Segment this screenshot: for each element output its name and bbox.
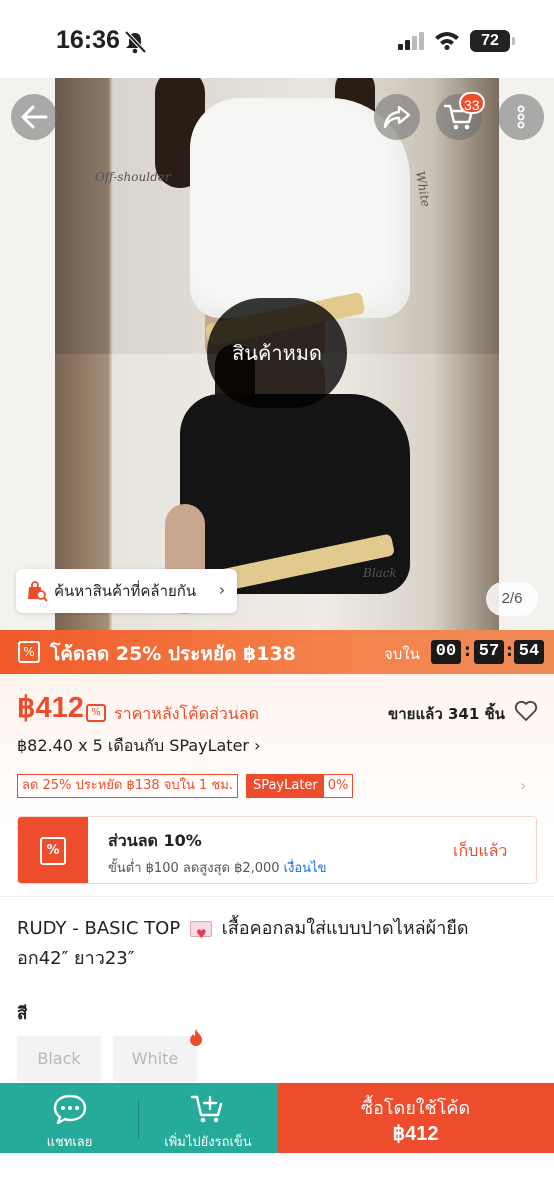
- arrow-left-icon: [21, 105, 48, 129]
- chevron-right-icon[interactable]: ›: [520, 776, 526, 795]
- voucher-ticket-icon: %: [18, 641, 40, 663]
- add-to-cart-button[interactable]: เพิ่มไปยังรถเข็น: [139, 1083, 277, 1153]
- annotation-white: White: [412, 170, 433, 208]
- shopping-bag-search-icon: [28, 581, 48, 602]
- soldout-overlay: สินค้าหมด: [207, 298, 347, 408]
- status-time: 16:36: [56, 26, 120, 54]
- product-title: RUDY - BASIC TOP เสื้อคอกลมใส่แบบปาดไหล่…: [17, 914, 517, 974]
- bell-muted-icon: [124, 30, 147, 54]
- find-similar-button[interactable]: ค้นหาสินค้าที่คล้ายกัน ›: [16, 569, 237, 613]
- bottom-action-bar: แชทเลย เพิ่มไปยังรถเข็น ซื้อโดยใช้โค้ด ฿…: [0, 1083, 554, 1153]
- find-similar-label: ค้นหาสินค้าที่คล้ายกัน: [54, 582, 197, 600]
- promo-text: โค้ดลด 25% ประหยัด ฿138: [50, 643, 296, 665]
- voucher-condition-text: ขั้นต่ำ ฿100 ลดสูงสุด ฿2,000: [108, 861, 280, 876]
- buy-with-code-button[interactable]: ซื้อโดยใช้โค้ด ฿412: [277, 1083, 554, 1153]
- status-bar: 16:36 72: [0, 0, 554, 78]
- voucher-condition: ขั้นต่ำ ฿100 ลดสูงสุด ฿2,000 เงื่อนไข: [108, 857, 326, 878]
- price: ฿412: [17, 692, 84, 724]
- variant-option-white[interactable]: White: [113, 1036, 197, 1082]
- wifi-icon: [435, 32, 459, 50]
- voucher-collected-button[interactable]: เก็บแล้ว: [453, 839, 507, 864]
- installment-text: ฿82.40 x 5 เดือนกับ SPayLater: [17, 736, 249, 755]
- image-counter: 2/6: [486, 582, 538, 616]
- voucher-terms-link[interactable]: เงื่อนไข: [284, 861, 327, 876]
- more-options-button[interactable]: [498, 94, 544, 140]
- buy-price: ฿412: [392, 1123, 439, 1145]
- signal-icon: [398, 32, 424, 50]
- tag-spaylater-percent: 0%: [327, 778, 349, 793]
- buy-with-code-label: ซื้อโดยใช้โค้ด: [360, 1098, 471, 1119]
- promo-ends-label: จบใน: [384, 645, 420, 663]
- promo-tags[interactable]: ลด 25% ประหยัด ฿138 จบใน 1 ชม. SPayLater…: [17, 774, 354, 798]
- annotation-black: Black: [363, 566, 397, 580]
- discount-code-icon: %: [86, 704, 106, 722]
- promo-banner[interactable]: % โค้ดลด 25% ประหยัด ฿138 จบใน 00 : 57 :…: [0, 630, 554, 674]
- home-indicator-area: [0, 1153, 554, 1200]
- add-to-cart-label: เพิ่มไปยังรถเข็น: [164, 1135, 252, 1150]
- chat-icon: [53, 1094, 86, 1125]
- chat-label: แชทเลย: [46, 1135, 93, 1150]
- variant-label: สี: [17, 1004, 28, 1024]
- battery-indicator: 72: [470, 30, 515, 52]
- cart-add-icon: [190, 1095, 223, 1123]
- cart-count-badge: 33: [459, 92, 485, 114]
- tag-spaylater: SPayLater 0%: [245, 774, 354, 798]
- back-button[interactable]: [11, 94, 57, 140]
- heart-icon[interactable]: [514, 700, 538, 722]
- annotation-off-shoulder: Off-shoulder: [95, 170, 171, 184]
- flame-icon: [190, 1029, 202, 1046]
- sold-count: ขายแล้ว 341 ชิ้น: [388, 705, 505, 723]
- tag-discount: ลด 25% ประหยัด ฿138 จบใน 1 ชม.: [17, 774, 238, 798]
- share-icon: [383, 105, 411, 129]
- price-note: ราคาหลังโค้ดส่วนลด: [114, 704, 259, 723]
- chevron-right-icon: ›: [219, 581, 225, 599]
- shop-voucher-card[interactable]: % ส่วนลด 10% ขั้นต่ำ ฿100 ลดสูงสุด ฿2,00…: [17, 816, 537, 884]
- tag-spaylater-label: SPayLater: [246, 775, 324, 797]
- countdown-seconds: 54: [514, 640, 544, 664]
- share-button[interactable]: [374, 94, 420, 140]
- product-title-brand: RUDY - BASIC TOP: [17, 918, 181, 939]
- more-vertical-icon: [517, 105, 525, 129]
- love-letter-icon: [189, 919, 212, 949]
- voucher-title: ส่วนลด 10%: [108, 831, 202, 850]
- price-section: ฿412 % ราคาหลังโค้ดส่วนลด ขายแล้ว 341 ชิ…: [0, 674, 554, 896]
- shop-voucher-icon: %: [40, 837, 66, 865]
- chat-button[interactable]: แชทเลย: [0, 1083, 139, 1153]
- installment-link[interactable]: ฿82.40 x 5 เดือนกับ SPayLater ›: [17, 734, 260, 759]
- countdown-minutes: 57: [474, 640, 504, 664]
- product-gallery[interactable]: Off-shoulder White Black 33 สินค้าหมด ค้…: [0, 78, 554, 630]
- variant-option-black[interactable]: Black: [17, 1036, 101, 1082]
- countdown-hours: 00: [431, 640, 461, 664]
